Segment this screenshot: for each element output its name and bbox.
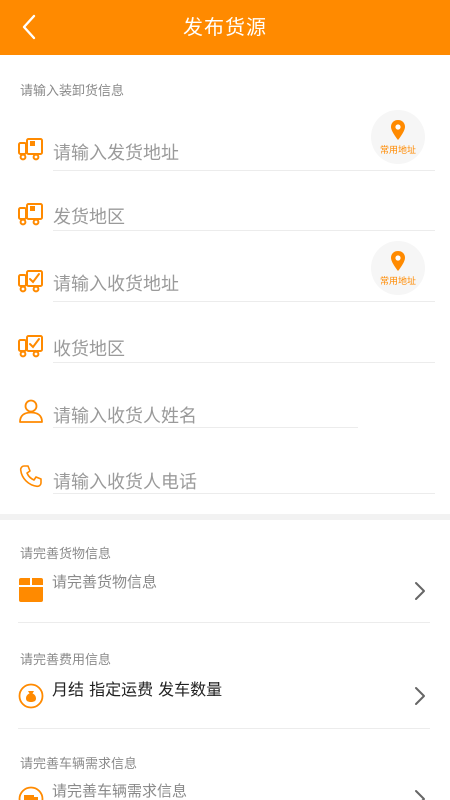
row-divider bbox=[18, 622, 430, 623]
receiving-region-select[interactable]: 收货地区 bbox=[53, 335, 125, 361]
common-address-label: 常用地址 bbox=[379, 276, 416, 287]
cargo-info-label: 请完善货物信息 bbox=[52, 573, 158, 591]
section-separator bbox=[0, 514, 450, 520]
loading-section-hint: 请输入装卸货信息 bbox=[20, 84, 125, 99]
app-header: 发布货源 bbox=[0, 0, 450, 55]
cargo-section-hint: 请完善货物信息 bbox=[20, 547, 112, 562]
truck-box-icon bbox=[18, 138, 43, 161]
chevron-right-icon bbox=[415, 687, 425, 705]
receiving-address-input[interactable]: 请输入收货地址 bbox=[53, 270, 179, 296]
location-pin-icon bbox=[391, 250, 405, 271]
truck-box-icon bbox=[18, 203, 43, 226]
location-pin-icon bbox=[391, 119, 405, 140]
row-divider bbox=[53, 230, 435, 231]
package-icon bbox=[19, 578, 43, 602]
common-address-button-shipping[interactable]: 常用地址 bbox=[371, 110, 425, 164]
truck-circle-icon bbox=[18, 786, 44, 800]
receiver-name-input[interactable]: 请输入收货人姓名 bbox=[53, 402, 197, 428]
row-divider bbox=[53, 427, 358, 428]
receiver-phone-input[interactable]: 请输入收货人电话 bbox=[53, 468, 197, 494]
vehicle-section-hint: 请完善车辆需求信息 bbox=[20, 757, 138, 772]
truck-check-icon bbox=[18, 335, 43, 358]
chevron-right-icon bbox=[415, 582, 425, 600]
row-divider bbox=[53, 362, 435, 363]
page-title: 发布货源 bbox=[183, 15, 267, 39]
phone-icon bbox=[19, 465, 42, 488]
row-divider bbox=[53, 493, 435, 494]
shipping-region-select[interactable]: 发货地区 bbox=[53, 203, 125, 229]
row-divider bbox=[53, 301, 435, 302]
fee-info-label: 月结 指定运费 发车数量 bbox=[52, 680, 223, 699]
fee-section-hint: 请完善费用信息 bbox=[20, 653, 112, 668]
vehicle-info-label: 请完善车辆需求信息 bbox=[52, 782, 188, 800]
common-address-button-receiving[interactable]: 常用地址 bbox=[371, 241, 425, 295]
row-divider bbox=[18, 728, 430, 729]
row-divider bbox=[53, 170, 435, 171]
shipping-address-input[interactable]: 请输入发货地址 bbox=[53, 139, 179, 165]
chevron-right-icon bbox=[415, 790, 425, 800]
person-icon bbox=[19, 399, 43, 423]
money-bag-icon bbox=[18, 683, 44, 709]
common-address-label: 常用地址 bbox=[379, 145, 416, 156]
truck-check-icon bbox=[18, 270, 43, 293]
